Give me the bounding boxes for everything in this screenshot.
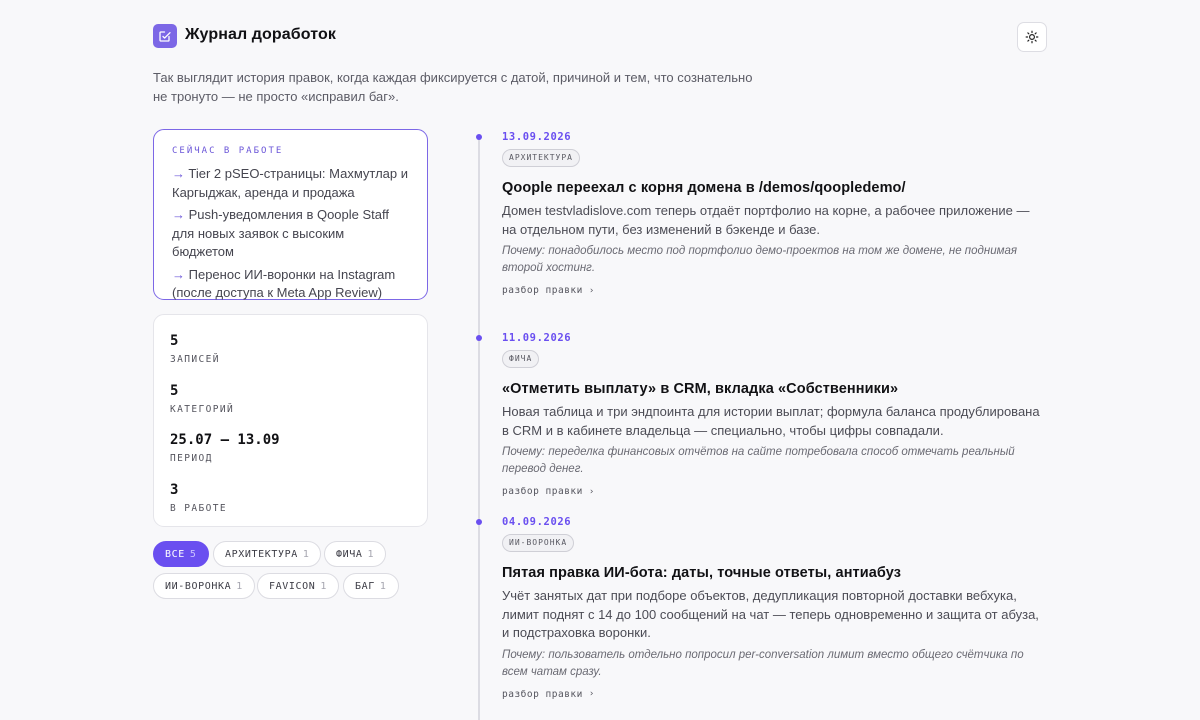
entry-reason: Почему: понадобилось место под портфолио… xyxy=(502,245,1018,274)
filter-chip-label: БАГ xyxy=(355,580,375,592)
timeline-dot xyxy=(476,134,482,140)
filter-chip-label: ФИЧА xyxy=(336,548,363,560)
stat-in-progress: 3 В РАБОТЕ xyxy=(170,481,411,531)
sun-icon xyxy=(1025,30,1039,44)
filter-chip-label: ВСЕ xyxy=(165,548,185,560)
intro-text: Так выглядит история правок, когда кажда… xyxy=(153,70,753,104)
in-progress-item: → Tier 2 pSEO-страницы: Махмутлар и Карг… xyxy=(172,165,409,202)
filter-chip-count: 1 xyxy=(236,580,243,592)
page-title: Журнал доработок xyxy=(185,26,336,43)
filter-chip-feature[interactable]: ФИЧА 1 xyxy=(324,541,387,567)
stat-value: 3 xyxy=(170,481,179,498)
filter-chip-count: 1 xyxy=(320,580,327,592)
in-progress-item-text: Push-уведомления в Qoople Staff для новы… xyxy=(172,207,390,259)
filter-chip-count: 1 xyxy=(302,548,310,560)
stat-label: КАТЕГОРИЙ xyxy=(170,403,235,415)
timeline-line xyxy=(478,137,480,720)
in-progress-card: СЕЙЧАС В РАБОТЕ → Tier 2 pSEO-страницы: … xyxy=(153,129,428,300)
stat-label: ПЕРИОД xyxy=(170,453,213,464)
entry-description: Домен testvladislove.com теперь отдаёт п… xyxy=(502,203,1030,237)
arrow-right-icon: → xyxy=(172,266,185,282)
entry-date: 13.09.2026 xyxy=(502,131,572,143)
stat-value: 25.07 — 13.09 xyxy=(170,432,280,448)
entry-details-link[interactable]: разбор правки › xyxy=(502,486,595,497)
arrow-right-icon: → xyxy=(172,166,185,181)
entry-title: Пятая правка ИИ-бота: даты, точные ответ… xyxy=(502,565,902,581)
edit-square-icon xyxy=(153,24,177,48)
changelog-entry: 11.09.2026 ФИЧА «Отметить выплату» в CRM… xyxy=(502,332,1047,499)
filter-chip-ai-funnel[interactable]: ИИ-ВОРОНКА 1 xyxy=(153,573,255,599)
arrow-right-icon: → xyxy=(172,207,185,222)
stat-label: В РАБОТЕ xyxy=(170,502,227,514)
stat-label: ЗАПИСЕЙ xyxy=(170,354,220,365)
stat-entries: 5 ЗАПИСЕЙ xyxy=(170,332,411,382)
filter-chip-favicon[interactable]: FAVICON 1 xyxy=(257,573,339,599)
in-progress-item-text: Tier 2 pSEO-страницы: Махмутлар и Каргыд… xyxy=(172,166,409,200)
stat-categories: 5 КАТЕГОРИЙ xyxy=(170,382,411,432)
in-progress-item: → Push-уведомления в Qoople Staff для но… xyxy=(172,206,409,262)
entry-tag[interactable]: АРХИТЕКТУРА xyxy=(502,149,580,167)
entry-details-label: разбор правки xyxy=(502,688,583,700)
filter-chip-all[interactable]: ВСЕ 5 xyxy=(153,541,209,567)
in-progress-title: СЕЙЧАС В РАБОТЕ xyxy=(172,146,284,156)
filter-chip-count: 1 xyxy=(379,580,387,592)
stat-period: 25.07 — 13.09 ПЕРИОД xyxy=(170,431,411,481)
in-progress-item-text: Перенос ИИ-воронки на Instagram (после д… xyxy=(172,266,396,301)
entry-date: 04.09.2026 xyxy=(502,516,572,528)
filter-chip-label: FAVICON xyxy=(269,580,316,592)
filter-chip-bug[interactable]: БАГ 1 xyxy=(343,573,399,599)
entry-tag[interactable]: ИИ-ВОРОНКА xyxy=(502,534,575,552)
in-progress-item: → Перенос ИИ-воронки на Instagram (после… xyxy=(172,266,409,303)
entry-date: 11.09.2026 xyxy=(502,332,572,344)
entry-description: Учёт занятых дат при подборе объектов, д… xyxy=(502,588,1039,640)
header: Журнал доработок xyxy=(153,22,1047,52)
stat-value: 5 xyxy=(170,382,179,399)
filter-chip-label: АРХИТЕКТУРА xyxy=(225,548,298,560)
entry-description: Новая таблица и три эндпоинта для истори… xyxy=(502,404,1040,438)
theme-toggle-button[interactable] xyxy=(1017,22,1047,52)
changelog-entry: 04.09.2026 ИИ-ВОРОНКА Пятая правка ИИ-бо… xyxy=(502,516,1047,702)
filter-chip-count: 1 xyxy=(367,548,375,560)
filter-chip-label: ИИ-ВОРОНКА xyxy=(165,580,232,592)
entry-details-link[interactable]: разбор правки › xyxy=(502,285,595,296)
entry-details-label: разбор правки xyxy=(502,486,583,497)
timeline-dot xyxy=(476,335,482,341)
stats-card: 5 ЗАПИСЕЙ 5 КАТЕГОРИЙ 25.07 — 13.09 ПЕРИ… xyxy=(153,314,428,527)
chevron-right-icon: › xyxy=(588,689,595,699)
entry-details-link[interactable]: разбор правки › xyxy=(502,689,595,700)
entry-title: Qoople переехал с корня домена в /demos/… xyxy=(502,180,906,196)
chevron-right-icon: › xyxy=(588,285,595,296)
chevron-right-icon: › xyxy=(588,486,595,497)
entry-tag[interactable]: ФИЧА xyxy=(502,350,540,368)
filter-chip-count: 5 xyxy=(189,548,197,560)
timeline-dot xyxy=(476,519,482,525)
entry-details-label: разбор правки xyxy=(502,285,583,296)
entry-title: «Отметить выплату» в CRM, вкладка «Собст… xyxy=(502,381,899,397)
entry-reason: Почему: пользователь отдельно попросил p… xyxy=(502,648,1024,678)
changelog-entry: 13.09.2026 АРХИТЕКТУРА Qoople переехал с… xyxy=(502,131,1047,298)
filter-chip-architecture[interactable]: АРХИТЕКТУРА 1 xyxy=(213,541,322,567)
stat-value: 5 xyxy=(170,333,179,349)
entry-reason: Почему: переделка финансовых отчётов на … xyxy=(502,446,1015,475)
